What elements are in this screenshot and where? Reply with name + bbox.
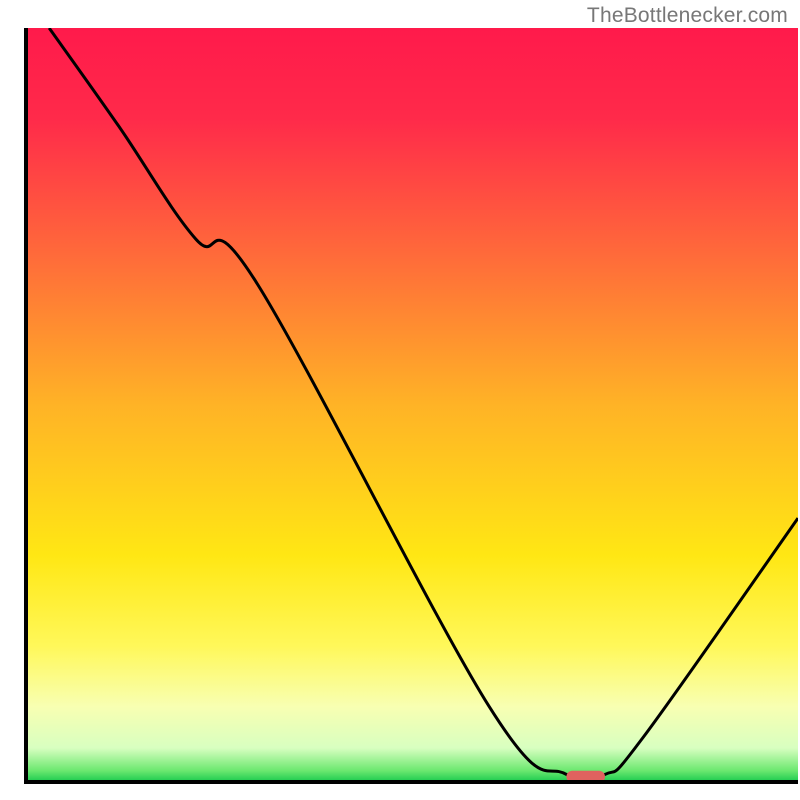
chart-container: TheBottlenecker.com <box>0 0 800 800</box>
bottleneck-chart <box>0 0 800 800</box>
watermark-label: TheBottlenecker.com <box>587 4 788 28</box>
plot-background <box>26 28 798 782</box>
